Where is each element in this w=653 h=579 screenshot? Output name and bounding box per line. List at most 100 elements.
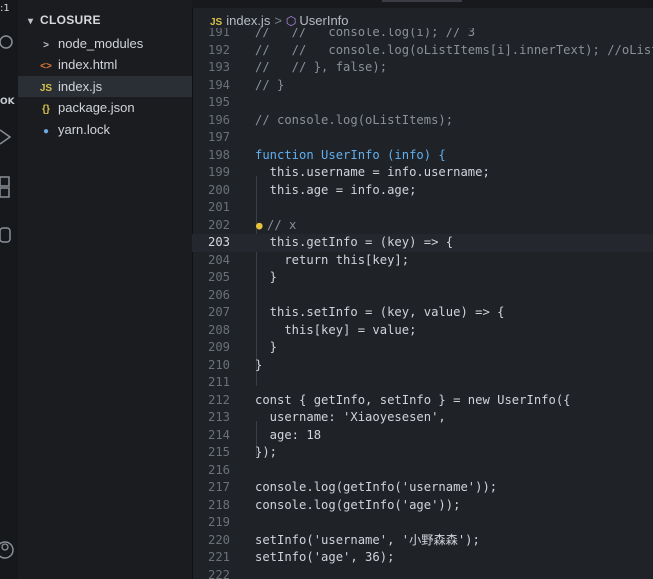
remote-icon[interactable]: [0, 226, 18, 247]
line-text: }: [255, 270, 278, 284]
line-number: 214: [207, 427, 230, 442]
line-number: 213: [207, 410, 230, 424]
active-tab-indicator: [382, 0, 462, 2]
line-text: setInfo('age', 36);: [255, 550, 395, 564]
code-line: 209 }: [192, 339, 653, 357]
file-label: package.json: [58, 100, 135, 115]
file-item-index-html[interactable]: <> index.html: [18, 54, 192, 75]
line-number: 200: [207, 182, 230, 197]
chevron-right-icon: >: [43, 40, 49, 51]
file-item-node-modules[interactable]: > node_modules: [18, 33, 192, 54]
code-line: 201: [192, 199, 653, 217]
line-number: 219: [207, 515, 230, 529]
line-number: 203: [207, 235, 230, 249]
explorer-folder-header[interactable]: ▾ CLOSURE: [28, 13, 101, 27]
line-number: 198: [207, 147, 230, 162]
js-file-icon: JS: [210, 17, 223, 28]
line-text: // // console.log(i); // 3: [255, 28, 476, 39]
code-line: 222: [192, 567, 653, 579]
folder-name: CLOSURE: [40, 13, 101, 27]
line-text: function UserInfo (info) {: [255, 147, 446, 162]
run-debug-icon[interactable]: [0, 128, 18, 149]
code-line-current: 203 this.getInfo = (key) => {: [192, 234, 653, 252]
file-item-index-js[interactable]: JS index.js: [18, 76, 192, 97]
line-number: 192: [207, 42, 230, 57]
line-number: 197: [207, 130, 230, 144]
line-text: age: 18: [255, 427, 322, 442]
code-line: 211: [192, 374, 653, 392]
line-number: 216: [207, 462, 230, 477]
line-number: 206: [207, 287, 230, 302]
line-number: 217: [207, 480, 230, 494]
code-line: 215});: [192, 444, 653, 462]
code-line: 219: [192, 514, 653, 532]
line-text: username: 'Xiaoyesesen',: [255, 410, 446, 424]
lightbulb-icon[interactable]: ●: [256, 217, 263, 235]
tab-bar: [192, 0, 653, 8]
search-icon[interactable]: [0, 34, 18, 53]
file-item-package-json[interactable]: {} package.json: [18, 97, 192, 118]
line-number: 208: [207, 322, 230, 337]
line-number: 218: [207, 497, 230, 512]
line-number: 211: [207, 375, 230, 389]
html-file-icon: <>: [40, 61, 52, 72]
line-text: });: [255, 445, 278, 459]
line-text: // // console.log(oListItems[i].innerTex…: [255, 42, 653, 57]
code-line: 206: [192, 287, 653, 305]
line-text: setInfo('username', '小野森森');: [255, 532, 480, 547]
explorer-panel: ▾ CLOSURE > node_modules <> index.html JS in…: [18, 0, 193, 579]
line-number: 191: [207, 28, 230, 39]
code-line: 218 console.log(getInfo('age'));: [192, 497, 653, 515]
line-text: // }: [255, 77, 285, 92]
class-icon: ⬡: [285, 14, 297, 28]
badge-indicator: :1: [0, 3, 10, 14]
code-line: 213 username: 'Xiaoyesesen',: [192, 409, 653, 427]
line-number: 205: [207, 270, 230, 284]
code-line: 216: [192, 462, 653, 480]
yarn-icon: ●: [42, 126, 50, 137]
code-line: 214 age: 18: [192, 427, 653, 445]
line-number: 220: [207, 532, 230, 547]
code-line: 210}: [192, 357, 653, 375]
code-line: 205 }: [192, 269, 653, 287]
code-line: 217 console.log(getInfo('username'));: [192, 479, 653, 497]
line-number: 199: [207, 165, 230, 179]
line-number: 194: [207, 77, 230, 92]
line-number: 221: [207, 550, 230, 564]
file-item-yarn-lock[interactable]: ● yarn.lock: [18, 119, 192, 140]
line-number: 207: [207, 305, 230, 319]
account-icon[interactable]: [0, 540, 18, 563]
line-text: // x: [267, 217, 297, 232]
breadcrumb-file[interactable]: index.js: [226, 13, 270, 28]
line-number: 209: [207, 340, 230, 354]
code-line: 197: [192, 129, 653, 147]
source-control-badge: OK: [0, 97, 15, 107]
breadcrumb-symbol[interactable]: UserInfo: [299, 13, 348, 28]
line-number: 193: [207, 60, 230, 74]
line-number: 204: [207, 252, 230, 267]
file-label: yarn.lock: [58, 122, 111, 137]
line-text: }: [255, 357, 263, 372]
code-line: 193 // // }, false);: [192, 59, 653, 77]
line-text: // // }, false);: [255, 60, 388, 74]
line-text: const { getInfo, setInfo } = new UserInf…: [255, 392, 571, 407]
line-text: this.setInfo = (key, value) => {: [255, 305, 505, 319]
code-line: 198 function UserInfo (info) {: [192, 147, 653, 165]
activity-bar: :1 OK: [0, 0, 18, 579]
code-line: 199 this.username = info.username;: [192, 164, 653, 182]
line-number: 202: [207, 217, 230, 232]
line-text: this.username = info.username;: [255, 165, 490, 179]
json-file-icon: {}: [42, 104, 50, 115]
file-label: index.js: [58, 79, 103, 94]
line-number: 222: [207, 567, 230, 579]
code-line: 212 const { getInfo, setInfo } = new User…: [192, 392, 653, 410]
line-number: 215: [207, 445, 230, 459]
code-line: 221 setInfo('age', 36);: [192, 549, 653, 567]
code-line: 208 this[key] = value;: [192, 322, 653, 340]
chevron-down-icon: ▾: [28, 16, 34, 27]
code-line: 196 // console.log(oListItems);: [192, 112, 653, 130]
extensions-icon[interactable]: [0, 174, 18, 201]
line-text: console.log(getInfo('username'));: [255, 480, 498, 494]
code-editor[interactable]: 191 // // console.log(i); // 3 192 // // c…: [192, 28, 653, 579]
code-line: 194 // }: [192, 77, 653, 95]
